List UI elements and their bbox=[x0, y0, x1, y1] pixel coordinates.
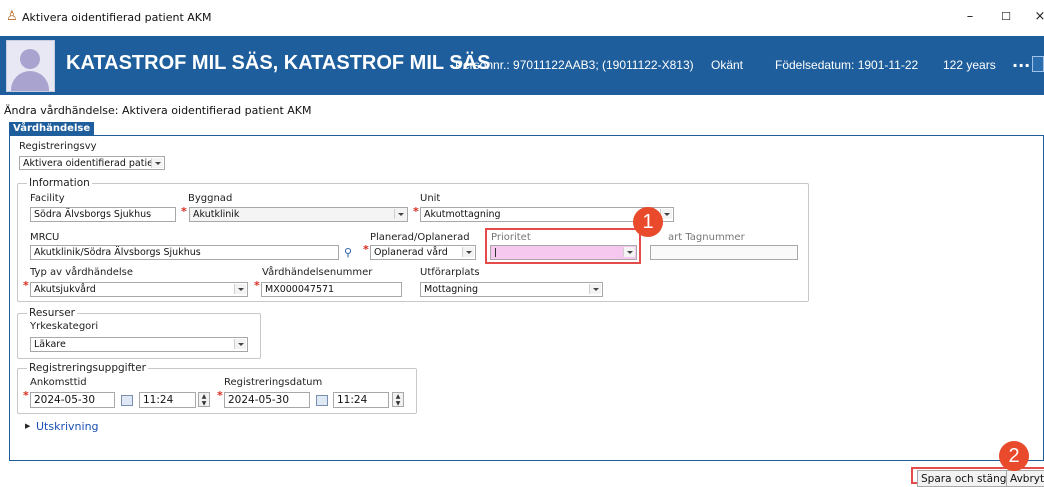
window-title: Aktivera oidentifierad patient AKM bbox=[22, 11, 212, 24]
registreringsdatum-label: Registreringsdatum bbox=[224, 377, 323, 388]
yrkeskategori-value: Läkare bbox=[34, 339, 66, 350]
utforarplats-label: Utförarplats bbox=[420, 267, 480, 278]
planerad-value: Oplanerad vård bbox=[374, 247, 448, 258]
callout-2: 2 bbox=[999, 441, 1029, 471]
required-marker: * bbox=[23, 389, 29, 402]
chevron-down-icon bbox=[462, 247, 474, 257]
registreringsuppgifter-legend: Registreringsuppgifter bbox=[27, 362, 148, 374]
chevron-down-icon bbox=[623, 247, 635, 257]
yrkeskategori-label: Yrkeskategori bbox=[30, 321, 99, 332]
resurser-legend: Resurser bbox=[27, 307, 77, 319]
save-close-button[interactable]: Spara och stäng bbox=[917, 470, 1011, 487]
chevron-down-icon bbox=[589, 284, 601, 294]
information-legend: Information bbox=[27, 177, 92, 189]
vardhandelsenummer-value: MX000047571 bbox=[265, 284, 335, 295]
ankomsttid-time-value: 11:24 bbox=[143, 394, 174, 406]
registreringsdatum-time[interactable]: 11:24 bbox=[333, 392, 389, 408]
utskrivning-link[interactable]: Utskrivning bbox=[36, 420, 99, 433]
tagnummer-field[interactable] bbox=[650, 245, 798, 260]
ankomsttid-time[interactable]: 11:24 bbox=[139, 392, 196, 408]
facility-label: Facility bbox=[30, 193, 65, 204]
expand-arrow-icon[interactable]: ▶ bbox=[25, 422, 30, 430]
required-marker: * bbox=[23, 279, 29, 292]
close-button[interactable]: × bbox=[1030, 8, 1044, 26]
registreringsvy-select[interactable]: Aktivera oidentifierad patien bbox=[19, 156, 165, 170]
minimize-button[interactable]: – bbox=[960, 8, 980, 26]
typ-value: Akutsjukvård bbox=[34, 284, 96, 295]
chevron-down-icon bbox=[234, 284, 246, 294]
registreringsdatum-date-value: 2024-05-30 bbox=[228, 394, 290, 406]
calendar-icon[interactable] bbox=[121, 395, 133, 406]
byggnad-value: Akutklinik bbox=[193, 209, 240, 220]
required-marker: * bbox=[363, 243, 369, 256]
page-title: Ändra vårdhändelse: Aktivera oidentifier… bbox=[4, 104, 312, 117]
patient-gender: Okänt bbox=[711, 58, 744, 72]
required-marker: * bbox=[217, 389, 223, 402]
yrkeskategori-select[interactable]: Läkare bbox=[30, 337, 248, 352]
facility-field[interactable]: Södra Älvsborgs Sjukhus bbox=[30, 207, 176, 222]
vardhandelsenummer-field[interactable]: MX000047571 bbox=[261, 282, 402, 297]
planerad-label: Planerad/Oplanerad bbox=[370, 232, 470, 243]
calendar-icon[interactable] bbox=[316, 395, 328, 406]
cancel-button[interactable]: Avbryt bbox=[1006, 470, 1044, 487]
search-icon[interactable]: ⚲ bbox=[344, 246, 352, 259]
ankomsttid-date-value: 2024-05-30 bbox=[34, 394, 96, 406]
typ-label: Typ av vårdhändelse bbox=[30, 267, 133, 278]
text-cursor bbox=[495, 248, 496, 257]
chevron-down-icon bbox=[234, 339, 246, 349]
patient-birthdate: Födelsedatum: 1901-11-22 bbox=[775, 58, 919, 72]
vardhandelsenummer-label: Vårdhändelsenummer bbox=[262, 267, 373, 278]
avatar bbox=[6, 40, 55, 92]
tab-vardhandelse[interactable]: Vårdhändelse bbox=[9, 122, 95, 135]
patient-age: 122 years bbox=[943, 58, 996, 72]
registreringsdatum-time-value: 11:24 bbox=[337, 394, 368, 406]
ankomsttid-date[interactable]: 2024-05-30 bbox=[30, 392, 115, 408]
person-alert-icon: ♙ bbox=[6, 9, 18, 24]
prioritet-label: Prioritet bbox=[491, 232, 531, 243]
tagnummer-label: art Tagnummer bbox=[668, 232, 745, 243]
patient-name: KATASTROF MIL SÄS, KATASTROF MIL SÄS bbox=[66, 52, 491, 74]
time-spinner[interactable]: ▲ ▼ bbox=[198, 392, 210, 407]
mrcu-field[interactable]: Akutklinik/Södra Älvsborgs Sjukhus bbox=[30, 245, 339, 260]
registreringsvy-value: Aktivera oidentifierad patien bbox=[23, 158, 159, 169]
window-titlebar: ♙ Aktivera oidentifierad patient AKM – ☐… bbox=[0, 0, 1044, 36]
planerad-select[interactable]: Oplanerad vård bbox=[370, 245, 476, 260]
registreringsvy-label: Registreringsvy bbox=[19, 141, 97, 152]
required-marker: * bbox=[413, 205, 419, 218]
required-marker: * bbox=[181, 205, 187, 218]
utforarplats-value: Mottagning bbox=[424, 284, 479, 295]
registreringsdatum-date[interactable]: 2024-05-30 bbox=[224, 392, 310, 408]
patient-banner: KATASTROF MIL SÄS, KATASTROF MIL SÄS Per… bbox=[0, 36, 1044, 95]
ankomsttid-label: Ankomsttid bbox=[30, 377, 87, 388]
unit-label: Unit bbox=[420, 193, 441, 204]
required-marker: * bbox=[254, 279, 260, 292]
patient-personnr: Personnr.: 97011122AAB3; (19011122-X813) bbox=[455, 58, 694, 72]
callout-1: 1 bbox=[633, 207, 663, 237]
resurser-group bbox=[17, 313, 261, 359]
maximize-button[interactable]: ☐ bbox=[996, 8, 1016, 26]
time-spinner[interactable]: ▲ ▼ bbox=[392, 392, 404, 407]
byggnad-select[interactable]: Akutklinik bbox=[189, 207, 408, 222]
expand-icon[interactable] bbox=[1032, 56, 1044, 72]
prioritet-select[interactable] bbox=[490, 245, 637, 260]
byggnad-label: Byggnad bbox=[188, 193, 233, 204]
mrcu-label: MRCU bbox=[30, 232, 60, 243]
chevron-down-icon bbox=[151, 158, 163, 168]
chevron-down-icon bbox=[394, 209, 406, 219]
mrcu-value: Akutklinik/Södra Älvsborgs Sjukhus bbox=[34, 247, 201, 258]
facility-value: Södra Älvsborgs Sjukhus bbox=[34, 209, 152, 220]
typ-select[interactable]: Akutsjukvård bbox=[30, 282, 248, 297]
utforarplats-select[interactable]: Mottagning bbox=[420, 282, 603, 297]
more-options-button[interactable]: ... bbox=[1012, 52, 1030, 71]
unit-value: Akutmottagning bbox=[424, 209, 501, 220]
